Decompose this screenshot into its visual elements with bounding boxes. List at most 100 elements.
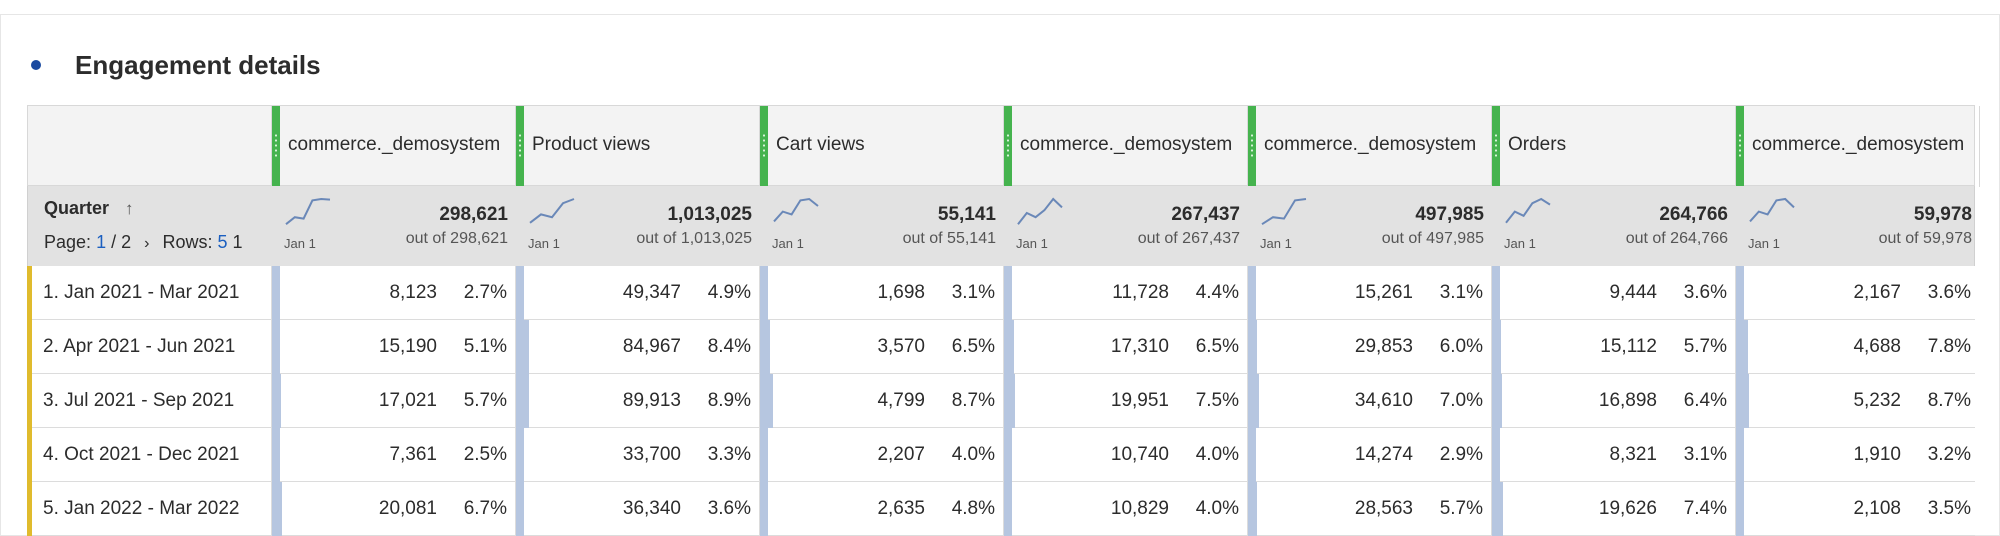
metric-value-cell[interactable]: 10,829 4.0%	[1003, 482, 1247, 536]
metric-value-cell[interactable]: 3,570 6.5%	[759, 320, 1003, 374]
next-page-chevron-icon[interactable]: ›	[144, 235, 149, 252]
table-row[interactable]: 5. Jan 2022 - Mar 2022 20,081 6.7% 36,340 3.…	[27, 482, 1975, 536]
metric-name[interactable]: Orders	[1508, 134, 1566, 156]
metric-value-cell[interactable]: 19,951 7.5%	[1003, 374, 1247, 428]
metric-name[interactable]: commerce._demosystem	[288, 134, 500, 156]
row-color-indicator	[27, 428, 32, 482]
row-dimension-label[interactable]: 3. Jul 2021 - Sep 2021	[43, 390, 234, 412]
table-row[interactable]: 4. Oct 2021 - Dec 2021 7,361 2.5% 33,700 3.3…	[27, 428, 1975, 482]
metric-percent: 8.9%	[707, 390, 751, 411]
metric-value-cell[interactable]: 20,081 6.7%	[271, 482, 515, 536]
metric-value-cell[interactable]: 15,261 3.1%	[1247, 266, 1491, 320]
panel-title[interactable]: Engagement details	[75, 50, 321, 81]
metric-value: 5,232	[1853, 390, 1901, 411]
drag-handle-icon[interactable]	[760, 106, 768, 187]
metric-value-cell[interactable]: 14,274 2.9%	[1247, 428, 1491, 482]
metric-header-cell[interactable]: Cart views	[760, 106, 1004, 187]
metric-name[interactable]: commerce._demosystem	[1752, 134, 1964, 156]
metric-percent: 6.4%	[1683, 390, 1727, 411]
metric-value: 7,361	[389, 444, 437, 465]
metric-value: 15,112	[1600, 336, 1657, 357]
metric-value-cell[interactable]: 1,910 3.2%	[1735, 428, 1979, 482]
row-color-indicator	[27, 482, 32, 536]
metric-percent: 6.5%	[1195, 336, 1239, 357]
metric-value-cell[interactable]: 2,108 3.5%	[1735, 482, 1979, 536]
metric-value-cell[interactable]: 4,688 7.8%	[1735, 320, 1979, 374]
metric-value-cell[interactable]: 1,698 3.1%	[759, 266, 1003, 320]
row-dimension-label[interactable]: 4. Oct 2021 - Dec 2021	[43, 444, 239, 466]
metric-percent: 3.1%	[1683, 444, 1727, 465]
metric-value-cell[interactable]: 17,310 6.5%	[1003, 320, 1247, 374]
sort-ascending-icon[interactable]: ↑	[125, 199, 134, 219]
dimension-header[interactable]: Quarter ↑	[44, 198, 134, 219]
drag-handle-icon[interactable]	[1004, 106, 1012, 187]
metric-name[interactable]: commerce._demosystem	[1264, 134, 1476, 156]
metric-value-cell[interactable]: 33,700 3.3%	[515, 428, 759, 482]
metric-percent: 5.1%	[463, 336, 507, 357]
metric-total: 298,621	[439, 204, 508, 225]
pagination: Page: 1 / 2 › Rows: 5 1	[44, 232, 243, 253]
metric-name[interactable]: commerce._demosystem	[1020, 134, 1232, 156]
table-row[interactable]: 3. Jul 2021 - Sep 2021 17,021 5.7% 89,913 8.…	[27, 374, 1975, 428]
metric-total-outof: out of 298,621	[405, 230, 508, 247]
sparkline-date-label: Jan 1	[1016, 236, 1048, 251]
metric-name[interactable]: Product views	[532, 134, 650, 156]
metric-value-cell[interactable]: 84,967 8.4%	[515, 320, 759, 374]
dimension-name[interactable]: Quarter	[44, 198, 109, 218]
metric-header-cell[interactable]: commerce._demosystem	[1004, 106, 1248, 187]
metric-value-cell[interactable]: 2,167 3.6%	[1735, 266, 1979, 320]
metric-header-cell[interactable]: commerce._demosystem	[272, 106, 516, 187]
row-dimension-label[interactable]: 1. Jan 2021 - Mar 2021	[43, 282, 239, 304]
metric-value: 36,340	[622, 498, 681, 519]
metric-value-cell[interactable]: 9,444 3.6%	[1491, 266, 1735, 320]
metric-value-cell[interactable]: 36,340 3.6%	[515, 482, 759, 536]
metric-value-cell[interactable]: 7,361 2.5%	[271, 428, 515, 482]
metric-header-cell[interactable]: Product views	[516, 106, 760, 187]
metric-percent: 2.7%	[463, 282, 507, 303]
metric-summary-cell: Jan 1 497,985 out of 497,985	[1248, 186, 1492, 266]
metric-summary-cell: Jan 1 59,978 out of 59,978	[1736, 186, 1980, 266]
row-dimension-label[interactable]: 2. Apr 2021 - Jun 2021	[43, 336, 235, 358]
metric-header-cell[interactable]: commerce._demosystem	[1248, 106, 1492, 187]
metric-value-cell[interactable]: 28,563 5.7%	[1247, 482, 1491, 536]
table-row[interactable]: 2. Apr 2021 - Jun 2021 15,190 5.1% 84,967 8.…	[27, 320, 1975, 374]
metric-header-cell[interactable]: commerce._demosystem	[1736, 106, 1980, 187]
metric-value-cell[interactable]: 15,190 5.1%	[271, 320, 515, 374]
drag-handle-icon[interactable]	[1736, 106, 1744, 187]
percent-bar	[1492, 266, 1500, 320]
metric-value-cell[interactable]: 4,799 8.7%	[759, 374, 1003, 428]
metric-percent: 3.6%	[707, 498, 751, 519]
metric-value-cell[interactable]: 2,207 4.0%	[759, 428, 1003, 482]
metric-total: 55,141	[937, 204, 996, 225]
metric-header-cell[interactable]: Orders	[1492, 106, 1736, 187]
drag-handle-icon[interactable]	[1248, 106, 1256, 187]
page-current-link[interactable]: 1	[96, 232, 106, 252]
metric-value-cell[interactable]: 89,913 8.9%	[515, 374, 759, 428]
metric-name[interactable]: Cart views	[776, 134, 865, 156]
metric-value-cell[interactable]: 15,112 5.7%	[1491, 320, 1735, 374]
metric-value-cell[interactable]: 19,626 7.4%	[1491, 482, 1735, 536]
metric-value: 2,167	[1853, 282, 1901, 303]
metric-value-cell[interactable]: 2,635 4.8%	[759, 482, 1003, 536]
metric-value-cell[interactable]: 8,123 2.7%	[271, 266, 515, 320]
metric-percent: 3.1%	[1439, 282, 1483, 303]
table-row[interactable]: 1. Jan 2021 - Mar 2021 8,123 2.7% 49,347 4.9…	[27, 266, 1975, 320]
metric-value-cell[interactable]: 16,898 6.4%	[1491, 374, 1735, 428]
metric-value-cell[interactable]: 34,610 7.0%	[1247, 374, 1491, 428]
drag-handle-icon[interactable]	[1492, 106, 1500, 187]
drag-handle-icon[interactable]	[272, 106, 280, 187]
metric-value-cell[interactable]: 8,321 3.1%	[1491, 428, 1735, 482]
metric-value-cell[interactable]: 11,728 4.4%	[1003, 266, 1247, 320]
metric-value-cell[interactable]: 49,347 4.9%	[515, 266, 759, 320]
metric-value-cell[interactable]: 5,232 8.7%	[1735, 374, 1979, 428]
metric-value-cell[interactable]: 10,740 4.0%	[1003, 428, 1247, 482]
percent-bar	[516, 320, 529, 374]
rows-per-page-link[interactable]: 5	[218, 232, 228, 252]
percent-bar	[1004, 266, 1012, 320]
metric-value-cell[interactable]: 29,853 6.0%	[1247, 320, 1491, 374]
metric-percent: 3.6%	[1683, 282, 1727, 303]
metric-value: 10,740	[1110, 444, 1169, 465]
drag-handle-icon[interactable]	[516, 106, 524, 187]
metric-value-cell[interactable]: 17,021 5.7%	[271, 374, 515, 428]
row-dimension-label[interactable]: 5. Jan 2022 - Mar 2022	[43, 498, 239, 520]
